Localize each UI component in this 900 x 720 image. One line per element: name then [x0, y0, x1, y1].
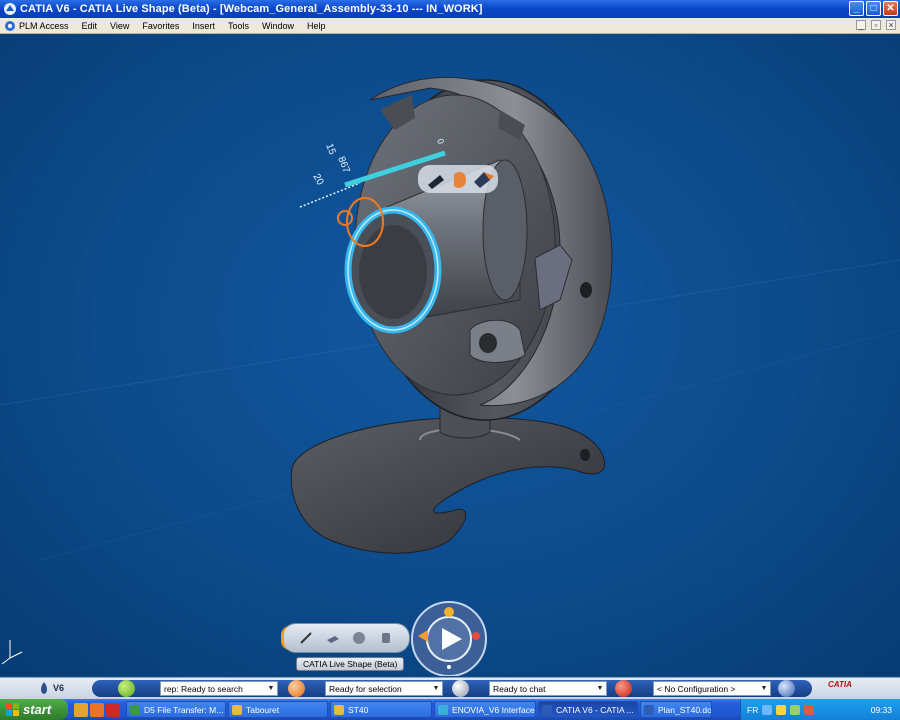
- status-bar: V6 rep: Ready to search ▼ Ready for selec…: [0, 677, 900, 700]
- selection-orb-icon[interactable]: [288, 680, 305, 697]
- dial-label: 867: [335, 155, 352, 175]
- chevron-down-icon: ▼: [596, 685, 604, 692]
- doc-minimize-button[interactable]: _: [856, 20, 866, 30]
- app-icon: [130, 704, 140, 715]
- catia-icon: [542, 704, 552, 715]
- menu-tools[interactable]: Tools: [228, 21, 249, 31]
- folder-icon: [334, 704, 344, 715]
- plane-icon[interactable]: [323, 628, 343, 648]
- config-orb-icon[interactable]: [615, 680, 632, 697]
- start-button[interactable]: start: [0, 699, 68, 720]
- task-button[interactable]: D5 File Transfer: M...: [126, 701, 226, 718]
- v6-drop-icon: [41, 682, 47, 694]
- v6-logo: V6: [38, 681, 64, 695]
- plm-access-icon[interactable]: [4, 20, 16, 32]
- webcam-base: [290, 417, 606, 554]
- tree-icon[interactable]: [472, 632, 480, 640]
- toolbar-accent: [281, 626, 290, 650]
- close-button[interactable]: ✕: [883, 1, 898, 16]
- enovia-icon: [438, 704, 448, 715]
- system-tray: FR 09:33: [740, 699, 900, 720]
- task-button-active[interactable]: CATIA V6 - CATIA ...: [538, 701, 638, 718]
- compass-wheel[interactable]: [410, 600, 488, 676]
- doc-restore-button[interactable]: ▫: [871, 20, 881, 30]
- dial-label: 15: [323, 142, 338, 157]
- live-shape-toolbar: [281, 623, 410, 653]
- word-icon: [644, 704, 654, 715]
- menu-bar: PLM Access Edit View Favorites Insert To…: [0, 18, 900, 34]
- menu-favorites[interactable]: Favorites: [142, 21, 179, 31]
- window-title: CATIA V6 - CATIA Live Shape (Beta) - [We…: [20, 3, 483, 15]
- users-icon[interactable]: [444, 607, 454, 617]
- menu-insert[interactable]: Insert: [192, 21, 215, 31]
- pdf-icon[interactable]: [106, 702, 120, 717]
- chat-field[interactable]: Ready to chat ▼: [489, 681, 607, 696]
- 3ds-logo: CATIA: [828, 680, 852, 689]
- language-indicator[interactable]: FR: [747, 705, 758, 715]
- dial-label: 20: [310, 172, 325, 188]
- chat-orb-icon[interactable]: [452, 680, 469, 697]
- webcam-model[interactable]: 15 867 20 0: [0, 34, 900, 676]
- task-button[interactable]: Tabouret: [228, 701, 328, 718]
- menu-help[interactable]: Help: [307, 21, 326, 31]
- task-button[interactable]: ST40: [330, 701, 432, 718]
- v6-text: V6: [53, 683, 65, 693]
- pen-icon[interactable]: [296, 628, 316, 648]
- task-button[interactable]: Plan_ST40.doc - Mi...: [640, 701, 712, 718]
- chevron-down-icon: ▼: [760, 685, 768, 692]
- 3d-viewport[interactable]: 15 867 20 0: [0, 34, 900, 676]
- dots-icon[interactable]: [447, 665, 451, 669]
- manipulator-handle[interactable]: [337, 210, 353, 226]
- workbench-label: CATIA Live Shape (Beta): [296, 657, 405, 671]
- windows-taskbar: start D5 File Transfer: M... Tabouret ST…: [0, 699, 900, 720]
- shield-icon[interactable]: [776, 704, 787, 715]
- quick-launch: [74, 702, 120, 717]
- search-field[interactable]: rep: Ready to search ▼: [160, 681, 278, 696]
- window-titlebar[interactable]: CATIA V6 - CATIA Live Shape (Beta) - [We…: [0, 0, 900, 18]
- lens-hole: [359, 225, 427, 319]
- task-list: D5 File Transfer: M... Tabouret ST40 ENO…: [126, 701, 712, 718]
- angle-scale: [299, 182, 361, 208]
- task-button[interactable]: ENOVIA_V6 Interface: [434, 701, 536, 718]
- axis-compass-icon: [1, 640, 23, 665]
- explorer-icon[interactable]: [74, 702, 88, 717]
- start-label: start: [23, 702, 52, 717]
- minimize-button[interactable]: _: [849, 1, 864, 16]
- selection-field[interactable]: Ready for selection ▼: [325, 681, 443, 696]
- folder-icon: [232, 704, 242, 715]
- sphere-icon[interactable]: [349, 628, 369, 648]
- search-orb-icon[interactable]: [118, 680, 135, 697]
- configuration-field[interactable]: < No Configuration > ▼: [653, 681, 771, 696]
- maximize-button[interactable]: □: [866, 1, 881, 16]
- chevron-down-icon: ▼: [267, 685, 275, 692]
- volume-icon[interactable]: [790, 704, 801, 715]
- catia-app-icon: [4, 3, 16, 15]
- windows-flag-icon: [6, 703, 19, 716]
- network-icon[interactable]: [762, 704, 773, 715]
- chevron-down-icon: ▼: [432, 685, 440, 692]
- menu-edit[interactable]: Edit: [82, 21, 98, 31]
- mount-hole: [479, 333, 497, 353]
- mount-boss: [469, 319, 526, 363]
- doc-close-button[interactable]: ×: [886, 20, 896, 30]
- clock[interactable]: 09:33: [871, 705, 892, 715]
- menu-window[interactable]: Window: [262, 21, 294, 31]
- alert-icon[interactable]: [804, 704, 815, 715]
- menu-view[interactable]: View: [110, 21, 129, 31]
- search-settings-icon[interactable]: [778, 680, 795, 697]
- menu-plm-access[interactable]: PLM Access: [19, 21, 69, 31]
- firefox-icon[interactable]: [90, 702, 104, 717]
- cylinder-icon[interactable]: [376, 628, 396, 648]
- base-hole: [580, 449, 590, 461]
- side-hole: [580, 282, 592, 298]
